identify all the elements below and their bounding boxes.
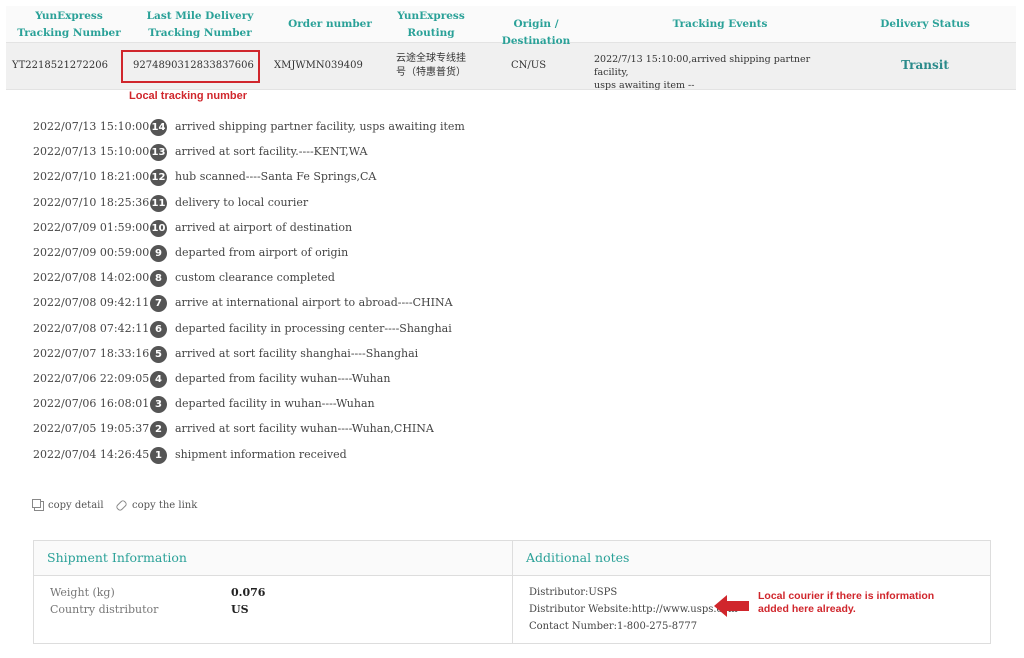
event-description: shipment information received [175, 447, 347, 461]
last-mile-tracking-number[interactable]: 9274890312833837606 [133, 60, 254, 71]
event-time: 2022/07/13 15:10:00 [33, 120, 150, 133]
event-number-badge: 7 [150, 295, 167, 313]
yunexpress-tracking-number[interactable]: YT2218521272206 [12, 60, 108, 71]
latest-event-line: usps awaiting item -- [594, 80, 695, 91]
event-timeline: 2022/07/13 15:10:00 14 arrived shipping pa… [0, 117, 600, 477]
red-arrow-icon [714, 595, 749, 617]
event-time: 2022/07/09 00:59:00 [33, 246, 150, 259]
copy-detail-button[interactable]: copy detail [32, 498, 104, 511]
event-number-badge: 8 [150, 270, 167, 288]
header-line: Delivery Status [880, 18, 970, 30]
event-number-badge: 5 [150, 345, 167, 363]
event-time: 2022/07/08 09:42:11 [33, 296, 150, 310]
event-time: 2022/07/09 01:59:00 [33, 220, 150, 234]
event-number-badge: 2 [150, 421, 167, 439]
event-time: 2022/07/08 07:42:11 [33, 321, 150, 335]
additional-notes-title: Additional notes [513, 541, 990, 576]
col-header-delivery-status: Delivery Status [870, 16, 980, 33]
event-number-badge: 14 [150, 119, 167, 136]
header-line: YunExpress [397, 10, 465, 22]
event-description: hub scanned----Santa Fe Springs,CA [175, 170, 377, 184]
header-line: Last Mile Delivery [146, 10, 254, 22]
header-line: YunExpress [35, 10, 103, 22]
shipment-information-panel: Shipment Information Weight (kg) 0.076 C… [33, 540, 513, 644]
event-time: 2022/07/06 16:08:01 [33, 397, 150, 411]
event-number-badge: 4 [150, 371, 167, 388]
event-time: 2022/07/13 15:10:00 [33, 145, 150, 159]
event-time: 2022/07/07 18:33:16 [33, 346, 150, 360]
event-time: 2022/07/10 18:21:00 [33, 170, 150, 184]
event-number-badge: 3 [150, 396, 167, 414]
copy-detail-label: copy detail [48, 500, 104, 511]
local-courier-annotation: Local courier if there is information ad… [758, 590, 934, 616]
header-line: Origin / Destination [501, 18, 571, 47]
event-description: arrived at sort facility.----KENT,WA [175, 145, 368, 159]
weight-label: Weight (kg) [50, 586, 115, 599]
delivery-status: Transit [901, 58, 949, 72]
copy-icon [32, 498, 44, 511]
event-number-badge: 13 [150, 144, 167, 162]
copy-link-button[interactable]: copy the link [115, 499, 198, 512]
event-number-badge: 11 [150, 194, 167, 212]
routing-line: 号（特惠普货） [396, 67, 466, 78]
event-description: arrived at airport of destination [175, 220, 353, 234]
order-number: XMJWMN039409 [274, 60, 363, 71]
event-description: arrived shipping partner facility, usps … [175, 120, 465, 133]
shipment-information-title: Shipment Information [34, 541, 512, 576]
col-header-order-number: Order number [280, 16, 380, 33]
annotation-line: Local courier if there is information [758, 590, 935, 602]
distributor-website-note[interactable]: Distributor Website:http://www.usps.com [529, 604, 738, 615]
latest-event-cell: 2022/7/13 15:10:00,arrived shipping part… [594, 53, 844, 92]
event-number-badge: 1 [150, 446, 167, 464]
header-line: Tracking Number [17, 27, 121, 39]
event-time: 2022/07/08 14:02:00 [33, 271, 150, 285]
header-line: Tracking Number [148, 27, 252, 39]
event-description: departed facility in processing center--… [175, 321, 452, 335]
contact-number-note: Contact Number:1-800-275-8777 [529, 621, 698, 632]
event-time: 2022/07/10 18:25:36 [33, 195, 150, 209]
event-description: departed from facility wuhan----Wuhan [175, 372, 391, 385]
weight-value: 0.076 [231, 586, 266, 599]
link-icon [115, 499, 128, 512]
event-description: delivery to local courier [175, 195, 309, 209]
event-number-badge: 9 [150, 245, 167, 262]
event-number-badge: 6 [150, 320, 167, 338]
country-distributor-value: US [231, 603, 249, 616]
col-header-routing: YunExpress Routing [390, 8, 472, 42]
header-line: Tracking Events [672, 18, 768, 30]
event-description: arrived at sort facility wuhan----Wuhan,… [175, 422, 434, 436]
latest-event-line: 2022/7/13 15:10:00,arrived shipping part… [594, 54, 811, 78]
country-distributor-label: Country distributor [50, 603, 159, 616]
local-tracking-annotation: Local tracking number [129, 90, 247, 102]
event-time: 2022/07/06 22:09:05 [33, 372, 150, 385]
event-number-badge: 12 [150, 169, 167, 187]
header-line: Order number [288, 18, 372, 30]
copy-link-label: copy the link [132, 500, 198, 511]
event-description: arrive at international airport to abroa… [175, 296, 453, 310]
event-description: arrived at sort facility shanghai----Sha… [175, 346, 419, 360]
routing-cell: 云途全球专线挂 号（特惠普货） [396, 52, 476, 80]
event-description: custom clearance completed [175, 271, 335, 285]
header-line: Routing [407, 27, 455, 39]
annotation-line: added here already. [758, 603, 856, 615]
event-time: 2022/07/04 14:26:45 [33, 447, 150, 461]
col-header-yunexpress-tracking: YunExpress Tracking Number [14, 8, 124, 42]
event-number-badge: 10 [150, 219, 167, 237]
col-header-origin-destination: Origin / Destination [484, 16, 588, 50]
col-header-last-mile: Last Mile Delivery Tracking Number [140, 8, 260, 42]
col-header-tracking-events: Tracking Events [630, 16, 810, 33]
event-time: 2022/07/05 19:05:37 [33, 422, 150, 436]
distributor-note: Distributor:USPS [529, 587, 618, 598]
routing-line: 云途全球专线挂 [396, 53, 466, 64]
origin-destination: CN/US [511, 60, 547, 71]
event-description: departed from airport of origin [175, 246, 349, 259]
event-description: departed facility in wuhan----Wuhan [175, 397, 375, 411]
